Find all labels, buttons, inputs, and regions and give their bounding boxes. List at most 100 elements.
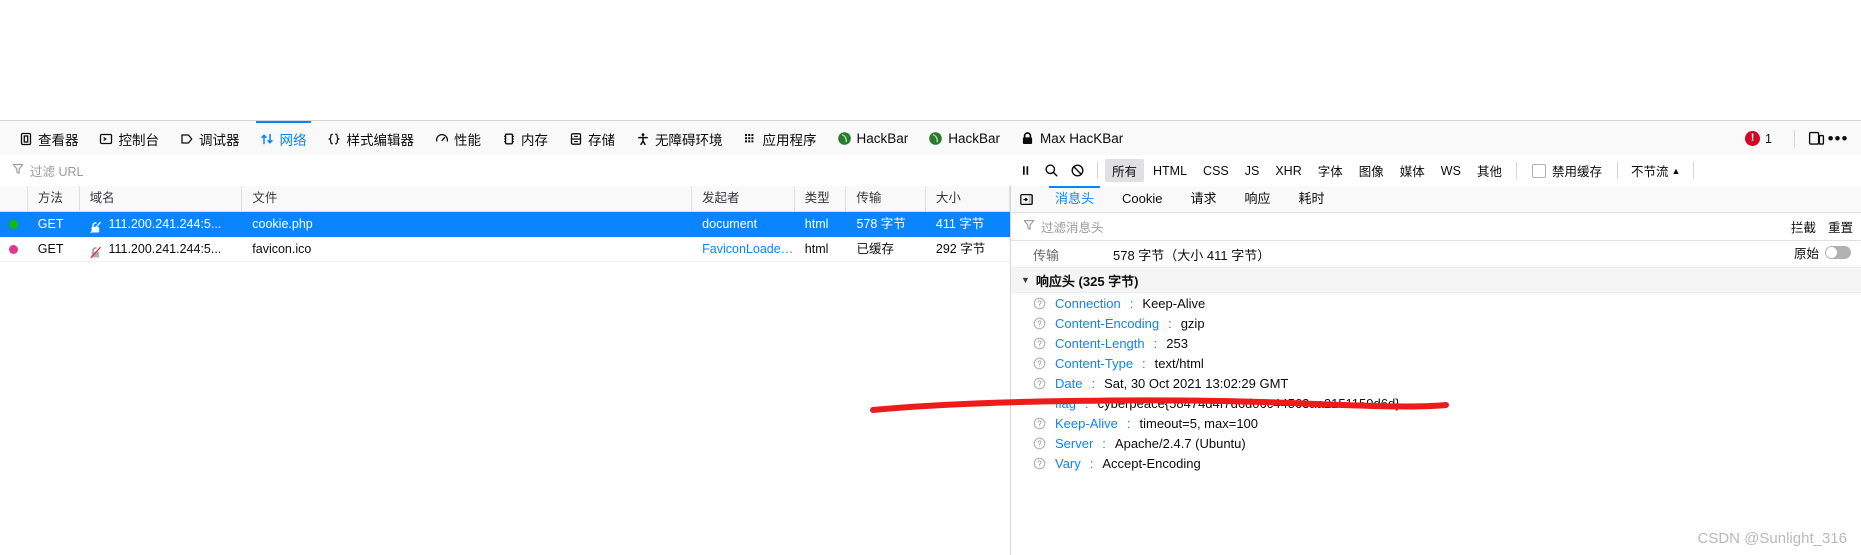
column-header-status[interactable] — [0, 186, 28, 211]
tab-style-editor-label: 样式编辑器 — [346, 132, 415, 148]
more-options-icon[interactable]: ••• — [1827, 128, 1849, 150]
pause-icon[interactable] — [1012, 158, 1038, 184]
tab-storage[interactable]: 存储 — [558, 121, 625, 156]
column-header-domain[interactable]: 域名 — [80, 186, 243, 211]
headers-filter-placeholder: 过滤消息头 — [1041, 221, 1104, 235]
request-table-header: 方法 域名 文件 发起者 类型 传输 大小 — [0, 186, 1010, 212]
type-filter-font[interactable]: 字体 — [1311, 159, 1350, 182]
type-filter-image[interactable]: 图像 — [1352, 159, 1391, 182]
block-clear-icon[interactable] — [1064, 158, 1090, 184]
tab-style-editor[interactable]: 样式编辑器 — [317, 121, 425, 156]
header-name: Date — [1055, 375, 1083, 391]
header-name: Connection — [1055, 295, 1121, 311]
url-filter-input[interactable]: 过滤 URL — [0, 155, 1012, 186]
tab-timings[interactable]: 耗时 — [1285, 186, 1339, 212]
tab-accessibility[interactable]: 无障碍环境 — [625, 121, 733, 156]
response-headers-section-header[interactable]: ▼ 响应头 (325 字节) — [1011, 267, 1861, 293]
checkbox-box — [1531, 163, 1546, 178]
throttle-dropdown[interactable]: 不节流 ▲ — [1625, 161, 1686, 180]
toggle-switch[interactable] — [1825, 246, 1851, 259]
tab-hackbar-1[interactable]: HackBar — [827, 121, 919, 156]
table-row[interactable]: GET 111.200.241.244:5... favicon.ico Fav… — [0, 237, 1010, 262]
tab-application[interactable]: 应用程序 — [733, 121, 827, 156]
header-name: Content-Type — [1055, 355, 1134, 371]
tab-max-hackbar[interactable]: Max HacKBar — [1010, 121, 1133, 156]
meatball-dots: ••• — [1827, 128, 1849, 148]
header-row-flag[interactable]: flag: cyberpeace{58474d4f7d6d06c44563aa2… — [1011, 393, 1861, 413]
reset-button[interactable]: 重置 — [1828, 217, 1853, 236]
info-icon[interactable]: ? — [1033, 297, 1046, 310]
header-row-content-length[interactable]: ? Content-Length: 253 — [1011, 333, 1861, 353]
column-header-method[interactable]: 方法 — [28, 186, 80, 211]
tab-performance[interactable]: 性能 — [424, 121, 491, 156]
type-filter-js[interactable]: JS — [1238, 162, 1267, 180]
tab-network[interactable]: 网络 — [250, 121, 317, 156]
error-icon: ! — [1745, 131, 1761, 146]
disable-cache-checkbox[interactable]: 禁用缓存 — [1524, 161, 1610, 180]
header-value: cyberpeace{58474d4f7d6d06c44563aa2151159… — [1097, 395, 1400, 411]
console-icon — [99, 131, 114, 146]
column-header-initiator[interactable]: 发起者 — [692, 186, 795, 211]
table-row[interactable]: GET 111.200.241.244:5... cookie.php docu… — [0, 212, 1010, 237]
type-filter-media[interactable]: 媒体 — [1393, 159, 1432, 182]
row-domain-text: 111.200.241.244:5... — [108, 217, 222, 231]
header-row-content-type[interactable]: ? Content-Type: text/html — [1011, 353, 1861, 373]
tab-memory[interactable]: 内存 — [491, 121, 558, 156]
raw-headers-toggle[interactable]: 原始 — [1794, 243, 1851, 262]
column-header-transfer[interactable]: 传输 — [846, 186, 926, 211]
header-row-connection[interactable]: ? Connection: Keep-Alive — [1011, 293, 1861, 313]
tab-headers[interactable]: 消息头 — [1041, 186, 1108, 212]
column-header-type[interactable]: 类型 — [795, 186, 847, 211]
responsive-design-icon[interactable] — [1805, 128, 1827, 150]
header-name: Keep-Alive — [1055, 415, 1118, 431]
type-filter-all[interactable]: 所有 — [1105, 159, 1145, 182]
header-name: Server — [1055, 435, 1094, 451]
tab-response[interactable]: 响应 — [1231, 186, 1285, 212]
tab-cookie[interactable]: Cookie — [1108, 186, 1176, 212]
type-filter-other[interactable]: 其他 — [1470, 159, 1509, 182]
info-icon[interactable]: ? — [1033, 377, 1046, 390]
type-filter-xhr[interactable]: XHR — [1268, 162, 1308, 180]
search-icon[interactable] — [1038, 158, 1064, 184]
info-icon[interactable]: ? — [1033, 357, 1046, 370]
tab-debugger[interactable]: 调试器 — [169, 121, 250, 156]
debugger-icon — [179, 131, 194, 146]
tab-application-label: 应用程序 — [762, 132, 817, 148]
info-icon[interactable]: ? — [1033, 457, 1046, 470]
header-row-content-encoding[interactable]: ? Content-Encoding: gzip — [1011, 313, 1861, 333]
header-row-server[interactable]: ? Server: Apache/2.4.7 (Ubuntu) — [1011, 433, 1861, 453]
info-icon[interactable]: ? — [1033, 317, 1046, 330]
tab-inspector[interactable]: 查看器 — [8, 121, 89, 156]
tab-console[interactable]: 控制台 — [89, 121, 170, 156]
header-value: Apache/2.4.7 (Ubuntu) — [1114, 435, 1246, 451]
block-button[interactable]: 拦截 — [1791, 217, 1816, 236]
devtools-tab-list: 查看器 控制台 调试器 网络 样式编辑器 性能 内存 存储 无障碍环境 应用程序… — [0, 121, 1133, 156]
hackbar-icon — [837, 131, 852, 146]
devtools-toolbar: 查看器 控制台 调试器 网络 样式编辑器 性能 内存 存储 无障碍环境 应用程序… — [0, 120, 1861, 157]
type-filter-ws[interactable]: WS — [1434, 162, 1468, 180]
info-icon[interactable]: ? — [1033, 337, 1046, 350]
header-value: 253 — [1166, 335, 1188, 351]
type-filter-css[interactable]: CSS — [1196, 162, 1236, 180]
header-row-date[interactable]: ? Date: Sat, 30 Oct 2021 13:02:29 GMT — [1011, 373, 1861, 393]
column-header-file[interactable]: 文件 — [242, 186, 693, 211]
type-filter-html[interactable]: HTML — [1146, 162, 1194, 180]
column-header-size[interactable]: 大小 — [926, 186, 1010, 211]
panel-toggle-icon[interactable] — [1011, 186, 1041, 212]
cache-divider — [1515, 162, 1517, 179]
tab-hackbar-2[interactable]: HackBar — [918, 121, 1010, 156]
tab-storage-label: 存储 — [588, 132, 615, 148]
header-row-keep-alive[interactable]: ? Keep-Alive: timeout=5, max=100 — [1011, 413, 1861, 433]
info-icon[interactable]: ? — [1033, 437, 1046, 450]
row-domain: 111.200.241.244:5... — [79, 237, 242, 262]
row-domain: 111.200.241.244:5... — [79, 212, 242, 237]
info-icon[interactable]: ? — [1033, 417, 1046, 430]
headers-filter-input[interactable]: 过滤消息头 拦截 重置 — [1011, 213, 1861, 241]
application-icon — [743, 131, 758, 146]
tab-request[interactable]: 请求 — [1176, 186, 1230, 212]
row-initiator[interactable]: FaviconLoader.jsm:19... — [692, 237, 795, 262]
row-domain-text: 111.200.241.244:5... — [108, 241, 222, 256]
network-filter-controls: 所有 HTML CSS JS XHR 字体 图像 媒体 WS 其他 禁用缓存 不… — [1012, 155, 1701, 186]
header-row-vary[interactable]: ? Vary: Accept-Encoding — [1011, 453, 1861, 473]
error-count-badge[interactable]: ! 1 — [1745, 131, 1784, 146]
